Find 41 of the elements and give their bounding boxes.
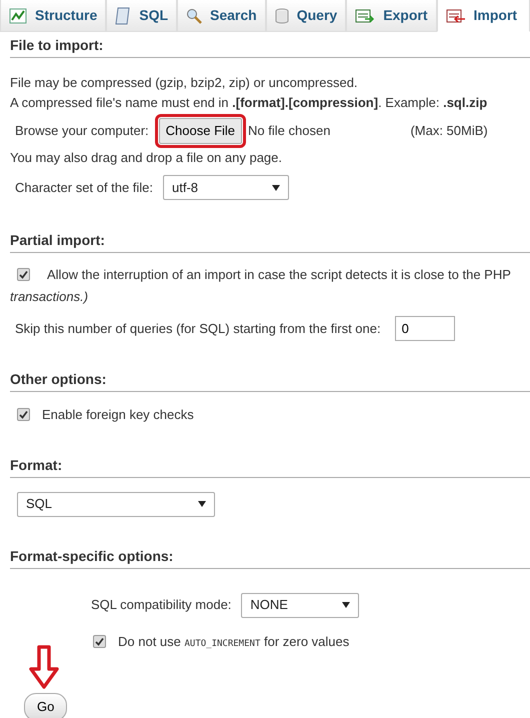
- checkbox-label: Do not use AUTO_INCREMENT for zero values: [118, 632, 350, 650]
- dropdown[interactable]: NONE: [241, 592, 360, 618]
- tab[interactable]: Structure: [0, 0, 106, 32]
- checkbox-label: Enable foreign key checks: [42, 406, 194, 424]
- database-icon: [274, 8, 289, 24]
- tab[interactable]: Query: [266, 0, 346, 32]
- caret-icon: [198, 501, 206, 507]
- tab[interactable]: Import: [436, 0, 530, 32]
- scroll-icon: [115, 6, 132, 24]
- table-arrow-icon: [355, 8, 376, 24]
- dropdown[interactable]: SQL: [17, 492, 215, 516]
- caret-icon: [342, 602, 350, 608]
- section-heading: File to import:: [10, 35, 530, 58]
- caret-icon: [272, 184, 280, 190]
- section-heading: Partial import:: [10, 230, 530, 253]
- section-heading: Other options:: [10, 369, 530, 392]
- section-heading: Format:: [10, 454, 530, 478]
- checkbox[interactable]: [17, 408, 30, 422]
- field-label: SQL compatibility mode:: [91, 596, 232, 614]
- checkbox[interactable]: [93, 634, 106, 648]
- field-label: Character set of the file:: [15, 178, 154, 197]
- go-button[interactable]: Go: [24, 693, 68, 718]
- chart-icon: [9, 8, 27, 24]
- hint-text: File may be compressed (gzip, bzip2, zip) or uncompressed.: [10, 74, 359, 92]
- hint-text: A compressed file's name must end in .[format].[compression]. Example: .sql.zip: [10, 94, 488, 112]
- number-field[interactable]: 0: [394, 316, 455, 341]
- max-size-text: (Max: 50MiB): [410, 122, 488, 140]
- checkbox-label: Allow the interruption of an import in case the script detects it is close to the PHP: [47, 266, 511, 284]
- tab[interactable]: Search: [177, 0, 266, 32]
- checkbox[interactable]: [17, 268, 30, 282]
- hint-text: You may also drag and drop a file on any page.: [10, 148, 283, 167]
- field-label: Browse your computer:: [15, 122, 149, 140]
- file-status-text: No file chosen: [248, 122, 330, 140]
- search-icon: [186, 8, 202, 24]
- dropdown[interactable]: utf-8: [163, 175, 290, 200]
- field-label: Skip this number of queries (for SQL) starting from the first one:: [15, 320, 381, 338]
- section-heading: Format-specific options:: [10, 546, 530, 568]
- tab[interactable]: SQL: [106, 0, 178, 32]
- table-arrow-icon: [446, 8, 466, 24]
- checkbox-label-continuation: transactions.): [10, 288, 90, 306]
- tab[interactable]: Export: [346, 0, 437, 32]
